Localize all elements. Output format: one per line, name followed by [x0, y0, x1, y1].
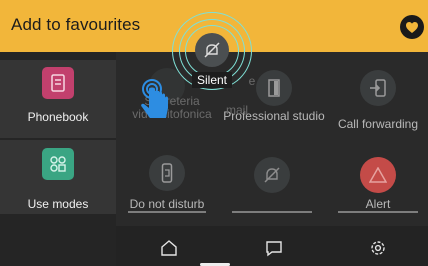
- ghost-label: mail: [225, 103, 248, 117]
- phonebook-icon: [42, 67, 74, 99]
- dragged-item-label: Silent: [192, 72, 232, 88]
- touch-hand-icon: [136, 78, 176, 128]
- home-button[interactable]: [157, 236, 181, 260]
- silent-icon: [195, 33, 229, 67]
- home-icon: [161, 240, 177, 256]
- page-title: Add to favourites: [11, 15, 141, 34]
- tile-label: Call forwarding: [337, 117, 419, 131]
- tile-underline: [128, 211, 206, 213]
- tile-underline: [232, 211, 312, 213]
- sidebar-item-label: Phonebook: [27, 110, 89, 124]
- heart-icon: [406, 21, 418, 33]
- use-modes-icon: [42, 148, 74, 180]
- settings-button[interactable]: [366, 236, 390, 260]
- sidebar: Phonebook Use modes: [0, 52, 116, 266]
- sidebar-item-use-modes[interactable]: Use modes: [0, 140, 116, 214]
- sidebar-item-phonebook[interactable]: Phonebook: [0, 60, 116, 138]
- settings-icon: [371, 241, 385, 255]
- sidebar-item-label: Use modes: [27, 197, 89, 211]
- do-not-disturb-icon: [149, 155, 185, 191]
- message-icon: [266, 241, 282, 257]
- silent-icon: [254, 157, 290, 193]
- tile-label: Alert: [365, 197, 391, 211]
- ghost-label: e: [248, 74, 256, 88]
- tile-label: Do not disturb: [129, 197, 205, 211]
- favourite-button[interactable]: [400, 15, 424, 39]
- door-icon: [256, 70, 292, 106]
- tile-underline: [338, 211, 418, 213]
- call-forwarding-icon: [360, 70, 396, 106]
- messages-button[interactable]: [262, 236, 286, 260]
- alert-icon: [360, 157, 396, 193]
